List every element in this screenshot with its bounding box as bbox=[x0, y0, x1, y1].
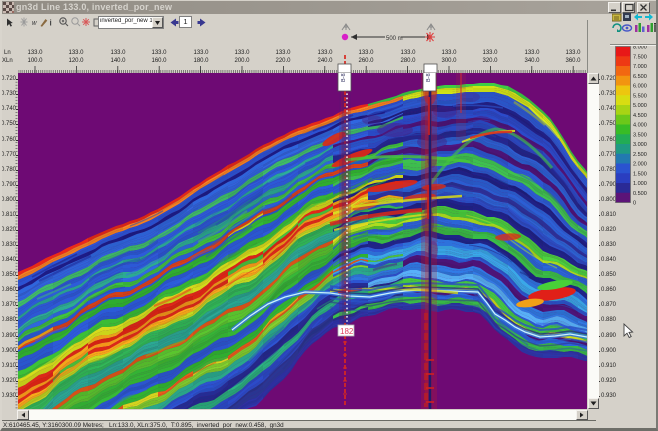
svg-text:6.500: 6.500 bbox=[633, 74, 647, 80]
svg-text:B-82: B-82 bbox=[341, 73, 347, 82]
svg-text:1.000: 1.000 bbox=[633, 181, 647, 187]
svg-text:7.500: 7.500 bbox=[633, 54, 647, 60]
svg-text:182: 182 bbox=[340, 327, 354, 336]
svg-text:4.000: 4.000 bbox=[633, 123, 647, 129]
svg-text:5.000: 5.000 bbox=[633, 103, 647, 109]
svg-text:2.500: 2.500 bbox=[633, 152, 647, 158]
svg-text:3.000: 3.000 bbox=[633, 142, 647, 148]
svg-text:𝑤: 𝑤 bbox=[32, 20, 38, 27]
svg-text:5.500: 5.500 bbox=[633, 93, 647, 99]
svg-text:500 m: 500 m bbox=[386, 36, 403, 42]
svg-text:7.000: 7.000 bbox=[633, 64, 647, 70]
svg-text:4.500: 4.500 bbox=[633, 113, 647, 119]
svg-text:8.000: 8.000 bbox=[633, 46, 647, 51]
svg-text:B-82: B-82 bbox=[426, 73, 432, 82]
svg-text:6.000: 6.000 bbox=[633, 84, 647, 90]
svg-text:2.000: 2.000 bbox=[633, 162, 647, 168]
svg-text:0: 0 bbox=[633, 201, 636, 207]
svg-text:1.500: 1.500 bbox=[633, 171, 647, 177]
svg-text:i: i bbox=[50, 19, 52, 28]
svg-text:0.500: 0.500 bbox=[633, 191, 647, 197]
svg-text:3.500: 3.500 bbox=[633, 132, 647, 138]
